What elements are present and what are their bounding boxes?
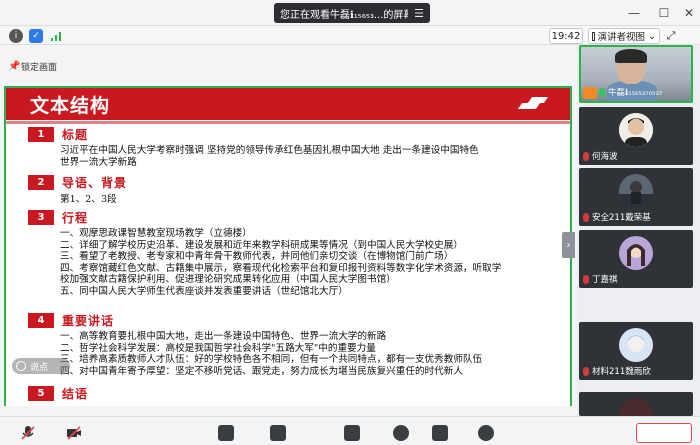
- camera-off-icon[interactable]: [66, 425, 82, 441]
- section-heading: 2 导语、背景: [28, 174, 127, 191]
- participant-tile-self[interactable]: 牛磊ℹ₁₅₆₅₃₇₀₅₃₇: [579, 45, 693, 103]
- section-number: 4: [28, 313, 54, 328]
- chat-icon[interactable]: [344, 425, 360, 441]
- section-number: 2: [28, 175, 54, 190]
- maximize-icon[interactable]: ☐: [654, 3, 674, 23]
- mic-on-icon: [599, 87, 605, 97]
- text-line: 三、培养高素质教师人才队伍：好的学校特色各不相同，但有一个共同特点，都有一支优秀…: [60, 354, 483, 365]
- section-label: 重要讲话: [62, 314, 115, 328]
- signal-icon[interactable]: [49, 29, 63, 43]
- slide-title: 文本结构: [30, 95, 111, 117]
- text-line: 一、高等教育要扎根中国大地，走出一条建设中国特色、世界一流大学的新路: [60, 331, 387, 342]
- text-line: 二、哲学社会科学发展：高校是我国哲学社会科学"五路大军"中的重要力量: [60, 342, 376, 354]
- section-text: 一、观摩思政课智慧教室现场教学（立德楼） 二、详细了解学校历史沿革、建设发展和近…: [60, 228, 501, 297]
- comment-bubble[interactable]: 说点: [12, 358, 70, 374]
- meeting-window: 您正在观看牛磊ℹ₁₅₆₅₃...的屏幕 ☰ — ☐ ✕ i ✓ 19:42 演讲…: [0, 0, 700, 445]
- participant-tile[interactable]: 材料211魏雨欣: [579, 322, 693, 380]
- chat-icon: [16, 361, 26, 371]
- menu-icon[interactable]: ☰: [414, 7, 424, 20]
- section-heading: 1 标题: [28, 126, 88, 143]
- members-icon[interactable]: [270, 425, 286, 441]
- participant-tile[interactable]: 何海波: [579, 107, 693, 165]
- section-heading: 5 结语: [28, 385, 88, 402]
- participant-name: 材料211魏雨欣: [583, 365, 651, 377]
- section-heading: 3 行程: [28, 209, 88, 226]
- gear-icon[interactable]: [478, 425, 494, 441]
- text-line: 二、详细了解学校历史沿革、建设发展和近年来教学科研成果等情况（到中国人民大学校史…: [60, 239, 463, 251]
- close-icon[interactable]: ✕: [679, 3, 699, 23]
- section-number: 1: [28, 127, 54, 142]
- section-text: 习近平在中国人民大学考察时强调 坚持党的领导传承红色基因扎根中国大地 走出一条建…: [60, 145, 479, 168]
- mic-off-icon: [583, 212, 589, 222]
- participant-tile[interactable]: 安全211戴荣基: [579, 168, 693, 226]
- chevron-down-icon: ⌄: [648, 30, 656, 42]
- avatar: [619, 236, 653, 270]
- section-label: 行程: [62, 211, 89, 225]
- text-line: 世界一流大学新路: [60, 156, 137, 168]
- meeting-clock: 19:42: [549, 28, 583, 44]
- speaker-view-label: 演讲者视图: [597, 32, 646, 43]
- chevron-right-icon: ›: [566, 239, 571, 251]
- avatar: [619, 174, 653, 208]
- shield-icon[interactable]: ✓: [29, 29, 43, 43]
- section-label: 导语、背景: [62, 176, 128, 190]
- participant-name: 何海波: [583, 150, 618, 162]
- participant-name: 安全211戴荣基: [583, 211, 651, 223]
- text-line: 一、观摩思政课智慧教室现场教学（立德楼）: [60, 228, 252, 239]
- text-line: 三、看望了老教授、老专家和中青年骨干教师代表，并同他们亲切交谈（在博物馆门前广场…: [60, 251, 454, 262]
- mic-muted-icon[interactable]: [20, 425, 36, 441]
- section-label: 结语: [62, 387, 89, 401]
- record-icon[interactable]: [393, 425, 409, 441]
- end-meeting-button[interactable]: [636, 423, 692, 443]
- info-icon[interactable]: i: [9, 29, 23, 43]
- logo-icon: [516, 95, 552, 111]
- avatar: [619, 328, 653, 362]
- sharing-banner[interactable]: 您正在观看牛磊ℹ₁₅₆₅₃...的屏幕 ☰: [274, 3, 430, 23]
- avatar: [619, 398, 653, 416]
- meeting-toolbar: i ✓ 19:42 演讲者视图 ⌄ ⤢: [0, 27, 700, 45]
- mic-off-icon: [583, 151, 589, 161]
- avatar: [619, 113, 653, 147]
- mic-off-icon: [583, 366, 589, 376]
- participant-tile-partial[interactable]: [579, 392, 693, 416]
- participant-tile[interactable]: 丁嘉祺: [579, 230, 693, 288]
- participant-name: 牛磊ℹ₁₅₆₅₃₇₀₅₃₇: [599, 86, 662, 98]
- mic-off-icon: [583, 274, 589, 284]
- presentation-slide: 文本结构 1 标题 习近平在中国人民大学考察时强调 坚持党的领导传承红色基因扎根…: [4, 86, 572, 406]
- text-line: 习近平在中国人民大学考察时强调 坚持党的领导传承红色基因扎根中国大地 走出一条建…: [60, 145, 479, 156]
- speaker-view-button[interactable]: 演讲者视图 ⌄: [588, 28, 660, 44]
- collapse-panel-button[interactable]: ›: [562, 232, 575, 258]
- text-line: 五、同中国人民大学师生代表座谈并发表重要讲话（世纪馆北大厅）: [60, 285, 348, 297]
- fullscreen-icon[interactable]: ⤢: [664, 29, 678, 43]
- slide-header: 文本结构: [6, 88, 570, 124]
- text-line: 第1、2、3段: [60, 194, 117, 205]
- apps-icon[interactable]: [432, 425, 448, 441]
- lock-view-label: 锁定画面: [21, 62, 58, 73]
- pin-icon: 📌: [8, 60, 21, 72]
- comment-bubble-label: 说点: [30, 362, 49, 373]
- sharing-banner-text: 您正在观看牛磊ℹ₁₅₆₅₃...的屏幕: [280, 9, 409, 21]
- section-number: 5: [28, 386, 54, 401]
- section-text: 一、高等教育要扎根中国大地，走出一条建设中国特色、世界一流大学的新路 二、哲学社…: [60, 331, 482, 377]
- text-line: 四、对中国青年寄予厚望：坚定不移听党话、跟党走，努力成长为堪当民族复兴重任的时代…: [60, 365, 463, 377]
- share-screen-icon[interactable]: [218, 425, 234, 441]
- grid-icon: [592, 31, 595, 41]
- record-indicator-icon: [583, 87, 597, 99]
- title-bar: 您正在观看牛磊ℹ₁₅₆₅₃...的屏幕 ☰ — ☐ ✕: [0, 0, 700, 26]
- section-number: 3: [28, 210, 54, 225]
- section-heading: 4 重要讲话: [28, 312, 114, 329]
- minimize-icon[interactable]: —: [624, 3, 644, 23]
- participant-name: 丁嘉祺: [583, 273, 618, 285]
- text-line: 校加强文献古籍保护利用、促进理论研究成果转化应用（中国人民大学图书馆）: [60, 274, 396, 285]
- section-text: 第1、2、3段: [60, 194, 117, 206]
- text-line: 四、考察馆藏红色文献、古籍集中展示，察看现代化检索平台和复印报刊资料等数字化学术…: [60, 262, 502, 274]
- meeting-controls: [0, 416, 700, 445]
- lock-view-button[interactable]: 📌 锁定画面: [8, 56, 68, 76]
- section-label: 标题: [62, 128, 89, 142]
